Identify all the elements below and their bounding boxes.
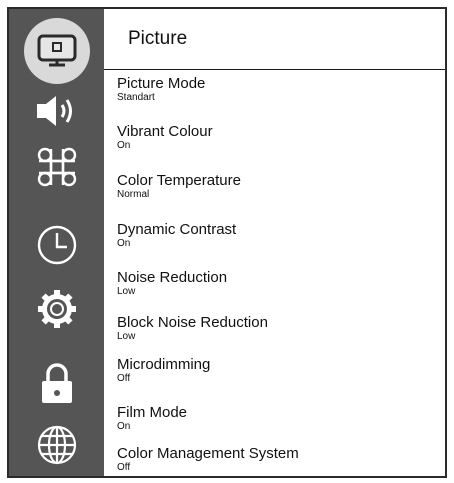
command-icon (35, 145, 79, 189)
menu-item-value: Off (117, 373, 131, 384)
menu-item-label: Microdimming (117, 356, 211, 373)
menu-item-block-noise-reduction[interactable]: Block Noise Reduction Low (117, 315, 439, 361)
sidebar-item-picture[interactable] (9, 18, 104, 84)
menu-item-value: On (117, 140, 131, 151)
menu-item-label: Noise Reduction (117, 269, 228, 286)
page-title: Picture (128, 28, 188, 49)
sidebar-item-lock[interactable] (9, 353, 104, 413)
menu-item-value: Standart (117, 92, 155, 103)
menu-item-microdimming[interactable]: Microdimming Off (117, 357, 439, 403)
gear-icon (35, 287, 79, 331)
menu-item-value: On (117, 421, 131, 432)
menu-item-label: Color Management System (117, 445, 299, 462)
menu-item-value: Normal (117, 189, 150, 200)
globe-icon (35, 423, 79, 467)
menu-item-label: Picture Mode (117, 75, 206, 92)
panel-header: Picture (104, 9, 445, 70)
menu-item-color-management-system[interactable]: Color Management System Off (117, 445, 439, 476)
menu-item-label: Block Noise Reduction (117, 314, 268, 331)
sidebar-item-settings[interactable] (9, 279, 104, 339)
settings-panel: Picture Picture Mode Standart Vibrant Co… (104, 9, 445, 476)
menu-item-picture-mode[interactable]: Picture Mode Standart (117, 76, 439, 122)
picture-icon (37, 34, 77, 68)
menu-item-vibrant-colour[interactable]: Vibrant Colour On (117, 124, 439, 170)
menu-item-dynamic-contrast[interactable]: Dynamic Contrast On (117, 222, 439, 268)
menu-item-value: Low (117, 331, 136, 342)
sidebar-item-timer[interactable] (9, 215, 104, 275)
menu-item-label: Film Mode (117, 404, 188, 421)
sidebar (9, 9, 104, 476)
clock-icon (35, 223, 79, 267)
lock-icon (37, 361, 77, 405)
menu-item-value: Off (117, 462, 131, 473)
sound-icon (34, 91, 80, 131)
sidebar-item-functions[interactable] (9, 137, 104, 197)
menu-item-color-temperature[interactable]: Color Temperature Normal (117, 173, 439, 219)
menu-item-label: Color Temperature (117, 172, 241, 189)
active-highlight (23, 18, 90, 84)
menu-item-label: Dynamic Contrast (117, 221, 237, 238)
menu-item-value: Low (117, 286, 136, 297)
picture-menu-window: Picture Picture Mode Standart Vibrant Co… (7, 7, 447, 478)
menu-item-noise-reduction[interactable]: Noise Reduction Low (117, 270, 439, 316)
sidebar-item-sound[interactable] (9, 81, 104, 141)
menu-item-label: Vibrant Colour (117, 123, 213, 140)
sidebar-item-network[interactable] (9, 415, 104, 475)
menu-item-value: On (117, 238, 131, 249)
